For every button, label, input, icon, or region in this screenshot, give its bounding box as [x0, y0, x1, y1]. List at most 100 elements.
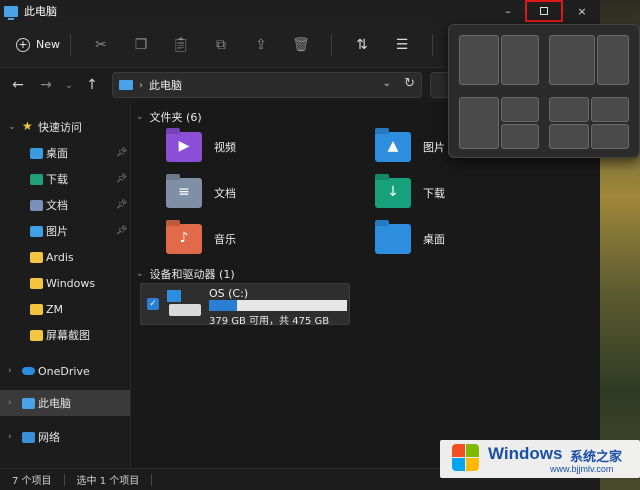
plus-icon: +: [16, 37, 30, 52]
desktop-icon: [30, 147, 43, 159]
delete-icon[interactable]: 🗑︎: [281, 30, 321, 60]
recent-locations-icon[interactable]: ⌄: [60, 70, 78, 100]
chevron-down-icon[interactable]: ⌄: [383, 78, 391, 89]
rename-icon[interactable]: ⧉: [201, 30, 241, 60]
maximize-icon: [540, 7, 548, 15]
chevron-right-icon[interactable]: ›: [8, 366, 12, 376]
new-button-label: New: [36, 38, 60, 51]
pin-icon: 📌︎: [116, 226, 128, 236]
chevron-right-icon[interactable]: ›: [8, 398, 12, 408]
sidebar-item-label: Windows: [46, 276, 96, 290]
status-separator: [63, 473, 65, 486]
folder-label: 视频: [214, 141, 236, 154]
chevron-down-icon[interactable]: ⌄: [8, 122, 16, 132]
folder-label: 文档: [214, 187, 236, 200]
paste-icon[interactable]: 📋︎: [161, 30, 201, 60]
chevron-down-icon[interactable]: ⌄: [136, 112, 144, 122]
desktop-folder-icon: [375, 224, 411, 254]
refresh-icon[interactable]: ↻: [404, 76, 415, 91]
snap-zone[interactable]: [591, 124, 629, 149]
sidebar-item-zm[interactable]: ZM: [0, 296, 130, 322]
this-pc-icon: [119, 80, 133, 90]
snap-zone[interactable]: [591, 97, 629, 122]
sidebar-item-this-pc[interactable]: › 此电脑: [0, 390, 130, 416]
folder-tile-documents[interactable]: ≡ 文档: [166, 178, 236, 208]
sidebar-item-label: 此电脑: [38, 397, 71, 410]
folder-tile-pictures[interactable]: ▲ 图片: [375, 132, 445, 162]
sidebar-item-label: OneDrive: [38, 364, 90, 378]
drive-tile-c[interactable]: ✓ OS (C:) 379 GB 可用，共 475 GB: [140, 283, 350, 327]
snap-zone[interactable]: [459, 35, 499, 85]
folder-icon: [30, 277, 43, 289]
snap-zone[interactable]: [459, 97, 499, 149]
sidebar-item-quick-access[interactable]: ⌄ ★ 快速访问: [0, 114, 130, 140]
chevron-down-icon[interactable]: ⌄: [136, 269, 144, 279]
folder-label: 音乐: [214, 233, 236, 246]
pin-icon: 📌︎: [116, 148, 128, 158]
network-icon: [22, 431, 35, 443]
up-icon[interactable]: ↑: [78, 70, 106, 100]
devices-group-header[interactable]: ⌄ 设备和驱动器 (1): [136, 266, 235, 282]
minimize-button[interactable]: –: [489, 0, 527, 22]
forward-icon[interactable]: →: [32, 70, 60, 100]
sort-icon[interactable]: ⇅: [342, 30, 382, 60]
sidebar-item-windows[interactable]: Windows: [0, 270, 130, 296]
sidebar-item-documents[interactable]: 文档 📌︎: [0, 192, 130, 218]
command-separator: [331, 33, 332, 56]
snap-zone[interactable]: [501, 97, 539, 122]
sidebar-item-ardis[interactable]: Ardis: [0, 244, 130, 270]
sidebar-item-label: 文档: [46, 199, 68, 212]
view-icon[interactable]: ☰: [382, 30, 422, 60]
close-button[interactable]: ×: [563, 0, 601, 22]
maximize-button[interactable]: [525, 0, 563, 22]
this-pc-icon: [22, 397, 35, 409]
pictures-icon: [30, 225, 43, 237]
address-path[interactable]: 此电脑: [149, 77, 182, 93]
cut-icon[interactable]: ✂: [81, 30, 121, 60]
folders-group-header[interactable]: ⌄ 文件夹 (6): [136, 109, 202, 125]
snap-zone[interactable]: [501, 124, 539, 149]
sidebar-item-label: ZM: [46, 302, 64, 316]
snap-zone[interactable]: [549, 124, 589, 149]
folder-tile-music[interactable]: ♪ 音乐: [166, 224, 236, 254]
chevron-right-icon[interactable]: ›: [8, 432, 12, 442]
snap-zone[interactable]: [549, 35, 595, 85]
lines-icon: ≡: [178, 184, 190, 200]
drive-name: OS (C:): [209, 287, 249, 300]
snap-zone[interactable]: [501, 35, 539, 85]
sidebar-item-onedrive[interactable]: › OneDrive: [0, 358, 130, 384]
chevron-right-icon[interactable]: ›: [139, 80, 143, 91]
sidebar-item-desktop[interactable]: 桌面 📌︎: [0, 140, 130, 166]
pin-icon: 📌︎: [116, 200, 128, 210]
new-button[interactable]: + New: [16, 37, 60, 52]
sidebar-item-label: 下载: [46, 173, 68, 186]
sidebar-item-label: 屏幕截图: [46, 329, 90, 342]
back-icon[interactable]: ←: [4, 70, 32, 100]
folder-icon: [30, 303, 43, 315]
title-bar: 此电脑 – ×: [0, 0, 600, 22]
videos-folder-icon: ▶: [166, 132, 202, 162]
share-icon[interactable]: ⇪: [241, 30, 281, 60]
snap-zone[interactable]: [549, 97, 589, 122]
folder-tile-downloads[interactable]: ↓ 下载: [375, 178, 445, 208]
selected-checkbox[interactable]: ✓: [147, 298, 159, 310]
selection-count: 选中 1 个项目: [76, 476, 140, 487]
copy-icon[interactable]: ❐: [121, 30, 161, 60]
address-bar[interactable]: › 此电脑 ⌄ ↻: [112, 72, 422, 98]
sidebar-item-pictures[interactable]: 图片 📌︎: [0, 218, 130, 244]
sidebar-item-label: 桌面: [46, 147, 68, 160]
folder-tile-videos[interactable]: ▶ 视频: [166, 132, 236, 162]
folder-tile-desktop[interactable]: 桌面: [375, 224, 445, 254]
folder-icon: [30, 251, 43, 263]
sidebar-item-downloads[interactable]: 下载 📌︎: [0, 166, 130, 192]
documents-folder-icon: ≡: [166, 178, 202, 208]
folders-group-label: 文件夹 (6): [149, 111, 202, 124]
folder-label: 下载: [423, 187, 445, 200]
mountain-icon: ▲: [387, 138, 399, 154]
folder-label: 图片: [423, 141, 445, 154]
folder-icon: [30, 329, 43, 341]
star-icon: ★: [22, 119, 33, 133]
snap-zone[interactable]: [597, 35, 629, 85]
sidebar-item-network[interactable]: › 网络: [0, 424, 130, 450]
sidebar-item-screenshots[interactable]: 屏幕截图: [0, 322, 130, 348]
